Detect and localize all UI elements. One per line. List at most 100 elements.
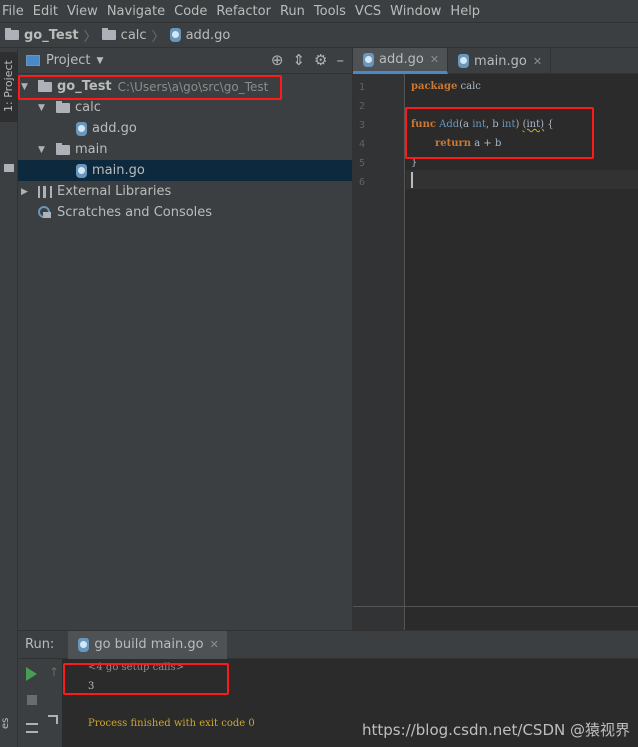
- project-panel: Project ▼ ⊕ ⇕ ⚙ – ▼ go_Test C:\Users\a\g…: [18, 48, 352, 630]
- breadcrumb-calc[interactable]: calc: [101, 27, 147, 43]
- project-view-selector[interactable]: Project: [46, 53, 90, 68]
- folder-icon: [56, 142, 70, 155]
- arrow-up-icon[interactable]: ↑: [49, 665, 59, 679]
- tab-add-go[interactable]: add.go ✕: [353, 48, 449, 74]
- menu-window[interactable]: Window: [390, 4, 441, 19]
- run-panel: Run: go build main.go ✕ ↑ <4 go setup ca…: [18, 630, 638, 747]
- close-icon[interactable]: ✕: [430, 53, 439, 66]
- type-name: int: [472, 119, 486, 130]
- line-number: 4: [359, 139, 366, 150]
- code-text: {: [544, 119, 554, 130]
- editor-tabs: add.go ✕ main.go ✕: [353, 48, 638, 74]
- tree-item-main-label: main: [75, 142, 108, 157]
- code-line-1: package calc: [411, 77, 481, 96]
- tree-item-root-path: C:\Users\a\go\src\go_Test: [117, 79, 269, 94]
- tree-item-add-go-label: add.go: [92, 121, 137, 136]
- scratches-icon: [38, 206, 51, 219]
- code-text: a + b: [471, 138, 502, 149]
- editor-divider: [353, 606, 638, 607]
- breadcrumb-separator-icon: 〉: [83, 29, 97, 45]
- locate-icon[interactable]: ⊕: [271, 53, 284, 68]
- keyword: package: [411, 81, 458, 92]
- go-file-icon: [78, 637, 90, 652]
- menu-view[interactable]: View: [67, 4, 98, 19]
- tree-item-main[interactable]: ▼ main: [18, 139, 352, 160]
- current-line-highlight: [406, 170, 638, 189]
- menu-run[interactable]: Run: [280, 4, 305, 19]
- menu-navigate[interactable]: Navigate: [107, 4, 165, 19]
- tree-item-main-go-label: main.go: [92, 163, 145, 178]
- run-toolbar: [18, 659, 44, 747]
- project-panel-header: Project ▼ ⊕ ⇕ ⚙ –: [18, 48, 352, 74]
- expand-arrow-icon[interactable]: ▼: [38, 103, 50, 113]
- run-label: Run:: [25, 637, 55, 652]
- breadcrumb-project[interactable]: go_Test: [5, 28, 79, 43]
- menu-help[interactable]: Help: [450, 4, 480, 19]
- expand-arrow-icon[interactable]: ▶: [21, 187, 33, 197]
- function-name: Add: [439, 119, 460, 130]
- go-file-icon: [169, 28, 181, 42]
- project-view-icon: [26, 55, 40, 66]
- tree-item-scratches[interactable]: Scratches and Consoles: [18, 202, 352, 223]
- breadcrumb-calc-label: calc: [120, 27, 147, 43]
- close-icon[interactable]: ✕: [533, 55, 542, 68]
- tree-item-calc-label: calc: [75, 100, 101, 115]
- type-name: int: [501, 119, 516, 130]
- folder-icon: [5, 28, 19, 40]
- tree-item-root[interactable]: ▼ go_Test C:\Users\a\go\src\go_Test: [18, 76, 352, 97]
- menu-code[interactable]: Code: [174, 4, 207, 19]
- close-icon[interactable]: ✕: [210, 638, 219, 651]
- breadcrumb-project-label: go_Test: [24, 27, 79, 43]
- keyword: return: [435, 138, 472, 149]
- structure-icon[interactable]: [4, 164, 14, 172]
- tree-item-calc[interactable]: ▼ calc: [18, 97, 352, 118]
- expand-arrow-icon[interactable]: ▼: [38, 145, 50, 155]
- go-file-icon: [458, 54, 470, 68]
- menu-tools[interactable]: Tools: [314, 4, 346, 19]
- line-number: 5: [359, 158, 366, 169]
- menu-edit[interactable]: Edit: [33, 4, 58, 19]
- folder-icon: [38, 79, 52, 92]
- layout-icon[interactable]: [26, 723, 38, 733]
- chevron-down-icon[interactable]: ▼: [96, 56, 103, 66]
- tab-main-go[interactable]: main.go ✕: [448, 48, 552, 74]
- collapse-all-icon[interactable]: ⇕: [292, 53, 305, 68]
- code-text: (a: [459, 119, 473, 130]
- stop-icon[interactable]: [27, 695, 37, 705]
- tab-run-config-label: go build main.go: [94, 637, 204, 652]
- go-file-icon: [76, 163, 87, 178]
- code-line-4: return a + b: [435, 134, 501, 153]
- tree-item-main-go[interactable]: main.go: [18, 160, 352, 181]
- menu-vcs[interactable]: VCS: [355, 4, 381, 19]
- console-line: Process finished with exit code 0: [88, 718, 255, 729]
- console-line: <4 go setup calls>: [88, 662, 185, 673]
- libraries-icon: [38, 185, 52, 198]
- minimize-icon[interactable]: –: [337, 53, 345, 68]
- code-text: calc: [457, 81, 481, 92]
- expand-arrow-icon[interactable]: ▼: [21, 82, 33, 92]
- code-text: , b: [485, 119, 502, 130]
- rerun-icon[interactable]: [26, 667, 37, 681]
- breadcrumb-separator-icon: 〉: [151, 29, 165, 45]
- tree-item-scratches-label: Scratches and Consoles: [57, 205, 213, 220]
- menu-refactor[interactable]: Refactor: [216, 4, 271, 19]
- line-number-gutter: 1 2 3 4 5 6: [353, 74, 405, 630]
- menu-bar: File Edit View Navigate Code Refactor Ru…: [0, 0, 638, 22]
- tree-item-external-libraries[interactable]: ▶ External Libraries: [18, 181, 352, 202]
- project-tool-tab-label: 1: Project: [2, 60, 15, 112]
- side-tab-label: es: [0, 717, 11, 729]
- text-cursor: [411, 172, 413, 188]
- folder-icon: [101, 28, 116, 40]
- run-toolbar-secondary: ↑: [44, 659, 62, 747]
- gear-icon[interactable]: ⚙: [314, 53, 327, 68]
- line-number: 6: [359, 177, 366, 188]
- soft-wrap-icon[interactable]: [48, 715, 58, 724]
- menu-file[interactable]: File: [2, 4, 24, 19]
- project-tool-tab[interactable]: 1: Project: [0, 52, 18, 122]
- line-number: 1: [359, 82, 366, 93]
- tab-run-config[interactable]: go build main.go ✕: [68, 630, 227, 659]
- tree-item-add-go[interactable]: add.go: [18, 118, 352, 139]
- breadcrumb-file[interactable]: add.go: [169, 28, 230, 43]
- editor: add.go ✕ main.go ✕ 1 2 3 4 5 6 package c…: [352, 48, 638, 630]
- code-area[interactable]: package calc func Add(a int, b int) (int…: [406, 74, 638, 630]
